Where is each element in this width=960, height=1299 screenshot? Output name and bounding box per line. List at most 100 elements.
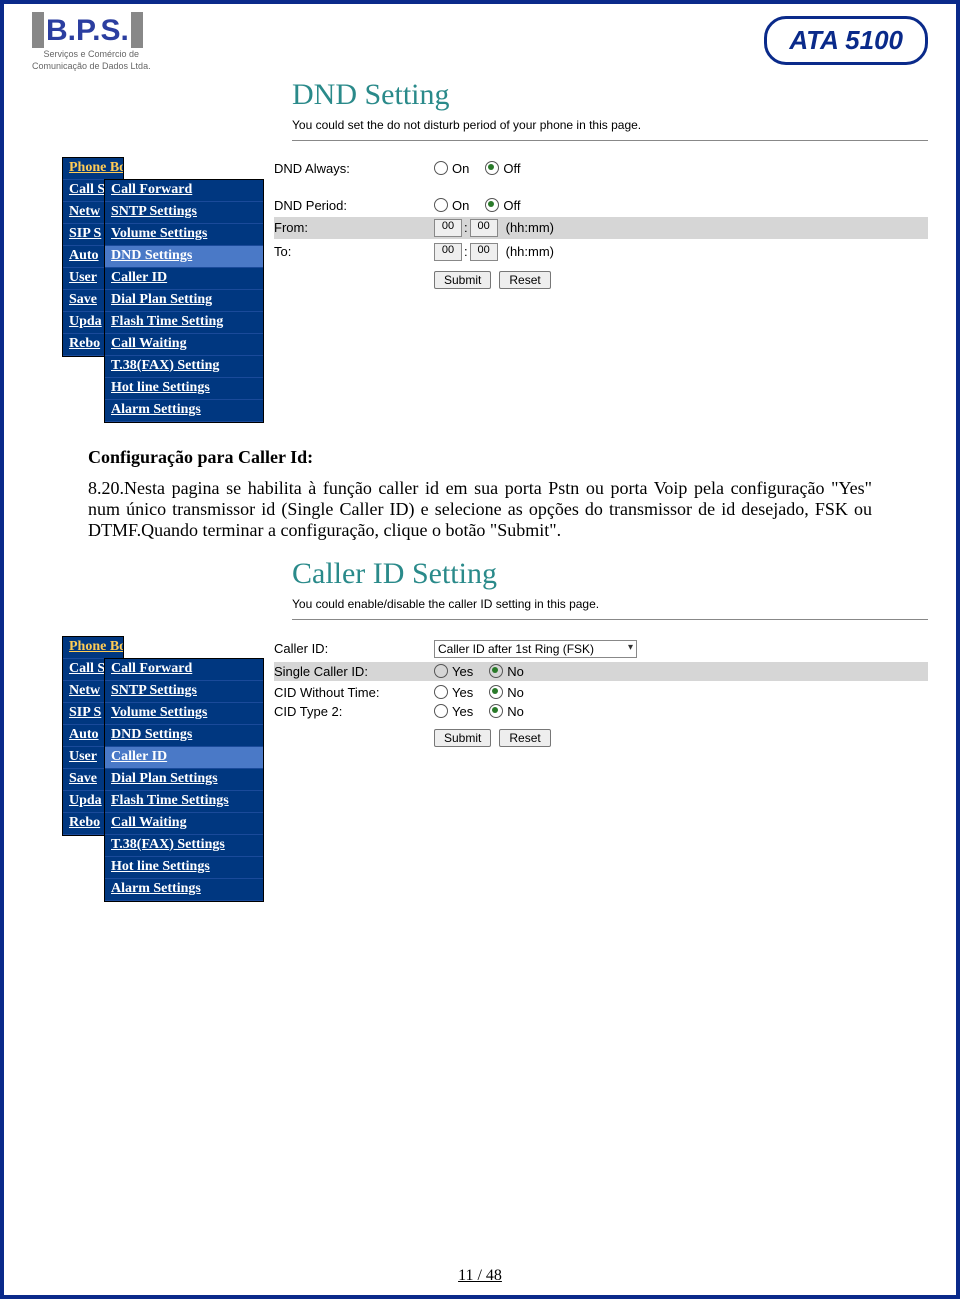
radio-yes[interactable] [434,704,448,718]
sidebar-stack: Phone Book Call S Netw SIP S Auto User S… [62,636,254,916]
sidebar-item-call-forward[interactable]: Call Forward [105,180,263,202]
logo-bar-icon [131,12,143,48]
radio-off[interactable] [485,198,499,212]
row-single-callerid: Single Caller ID: Yes No [274,662,928,681]
callerid-title: Caller ID Setting [292,557,928,591]
sidebar-item-dnd[interactable]: DND Settings [105,725,263,747]
sidebar-item-dialplan[interactable]: Dial Plan Settings [105,769,263,791]
sidebar-item-callerid[interactable]: Caller ID [105,747,263,769]
radio-no[interactable] [489,685,503,699]
sidebar-item-sntp[interactable]: SNTP Settings [105,202,263,224]
radio-off-label: Off [503,161,520,176]
sidebar-item-dnd[interactable]: DND Settings [105,246,263,268]
page: B.P.S. Serviços e Comércio de Comunicaçã… [0,0,960,1299]
row-cid-wo-time: CID Without Time: Yes No [274,685,928,700]
sidebar-item-t38[interactable]: T.38(FAX) Setting [105,356,263,378]
to-hh-input[interactable]: 00 [434,243,462,261]
dnd-setting-panel: DND Setting You could set the do not dis… [292,78,928,141]
callerid-desc: You could enable/disable the caller ID s… [292,597,928,611]
radio-yes-label: Yes [452,685,473,700]
dnd-title: DND Setting [292,78,928,112]
radio-on[interactable] [434,161,448,175]
label-single: Single Caller ID: [274,664,434,679]
radio-yes[interactable] [434,685,448,699]
brand-sub2: Comunicação de Dados Ltda. [32,62,151,72]
page-header: B.P.S. Serviços e Comércio de Comunicaçã… [32,12,928,72]
radio-no[interactable] [489,664,503,678]
callerid-form: Caller ID: Caller ID after 1st Ring (FSK… [274,636,928,916]
from-mm-input[interactable]: 00 [470,219,498,237]
radio-off[interactable] [485,161,499,175]
label-cidwotime: CID Without Time: [274,685,434,700]
sidebar-item-hotline[interactable]: Hot line Settings [105,857,263,879]
radio-yes-label: Yes [452,704,473,719]
logo-bar-icon [32,12,44,48]
reset-button[interactable]: Reset [499,729,550,747]
sidebar-item-dialplan[interactable]: Dial Plan Setting [105,290,263,312]
label-callerid: Caller ID: [274,641,434,656]
row-dnd-always: DND Always: On Off [274,161,928,176]
brand-name: B.P.S. [32,12,151,48]
submit-button[interactable]: Submit [434,271,491,289]
to-hint: (hh:mm) [506,244,554,259]
from-hint: (hh:mm) [506,220,554,235]
sidebar-front: Call Forward SNTP Settings Volume Settin… [104,658,264,902]
sidebar-item-call-forward[interactable]: Call Forward [105,659,263,681]
sidebar-item-volume[interactable]: Volume Settings [105,224,263,246]
callerid-setting-panel: Caller ID Setting You could enable/disab… [292,557,928,620]
radio-no-label: No [507,685,524,700]
sidebar-item-volume[interactable]: Volume Settings [105,703,263,725]
sidebar-front: Call Forward SNTP Settings Volume Settin… [104,179,264,423]
dnd-form: DND Always: On Off DND Period: On Off [274,157,928,437]
sidebar-back-head[interactable]: Phone Book [63,637,123,659]
sidebar-item-alarm[interactable]: Alarm Settings [105,879,263,901]
submit-button[interactable]: Submit [434,729,491,747]
separator [292,140,928,141]
brand-sub1: Serviços e Comércio de [32,50,151,60]
brand-text: B.P.S. [46,14,129,47]
radio-no-label: No [507,704,524,719]
row-dnd-period: DND Period: On Off [274,198,928,213]
sidebar-item-callwaiting[interactable]: Call Waiting [105,334,263,356]
reset-button[interactable]: Reset [499,271,550,289]
from-hh-input[interactable]: 00 [434,219,462,237]
sidebar-item-callwaiting[interactable]: Call Waiting [105,813,263,835]
sidebar-item-flashtime[interactable]: Flash Time Settings [105,791,263,813]
radio-on-label: On [452,198,469,213]
row-callerid: Caller ID: Caller ID after 1st Ring (FSK… [274,640,928,658]
page-number: 11 / 48 [458,1267,502,1284]
callerid-select[interactable]: Caller ID after 1st Ring (FSK) [434,640,637,658]
dnd-screenshot: Phone Book Call S Netw SIP S Auto User S… [62,157,928,437]
callerid-screenshot: Phone Book Call S Netw SIP S Auto User S… [62,636,928,916]
brand-logo: B.P.S. Serviços e Comércio de Comunicaçã… [32,12,151,72]
page-footer: 11 / 48 [4,1267,956,1285]
to-mm-input[interactable]: 00 [470,243,498,261]
row-from: From: 00 : 00 (hh:mm) [274,217,928,239]
sidebar-item-hotline[interactable]: Hot line Settings [105,378,263,400]
label-from: From: [274,220,434,235]
radio-off-label: Off [503,198,520,213]
sidebar-item-callerid[interactable]: Caller ID [105,268,263,290]
radio-yes-label: Yes [452,664,473,679]
sidebar-item-t38[interactable]: T.38(FAX) Settings [105,835,263,857]
radio-yes[interactable] [434,664,448,678]
sidebar-back-head[interactable]: Phone Book [63,158,123,180]
label-dnd-period: DND Period: [274,198,434,213]
model-badge: ATA 5100 [764,16,928,65]
label-to: To: [274,244,434,259]
sidebar-item-flashtime[interactable]: Flash Time Setting [105,312,263,334]
row-cid-type2: CID Type 2: Yes No [274,704,928,719]
separator [292,619,928,620]
radio-no-label: No [507,664,524,679]
sidebar-item-alarm[interactable]: Alarm Settings [105,400,263,422]
sidebar-stack: Phone Book Call S Netw SIP S Auto User S… [62,157,254,437]
radio-no[interactable] [489,704,503,718]
dnd-desc: You could set the do not disturb period … [292,118,928,132]
para-callerid: 8.20.Nesta pagina se habilita à função c… [88,478,872,541]
radio-on-label: On [452,161,469,176]
label-cidtype2: CID Type 2: [274,704,434,719]
label-dnd-always: DND Always: [274,161,434,176]
radio-on[interactable] [434,198,448,212]
row-to: To: 00 : 00 (hh:mm) [274,243,928,261]
sidebar-item-sntp[interactable]: SNTP Settings [105,681,263,703]
